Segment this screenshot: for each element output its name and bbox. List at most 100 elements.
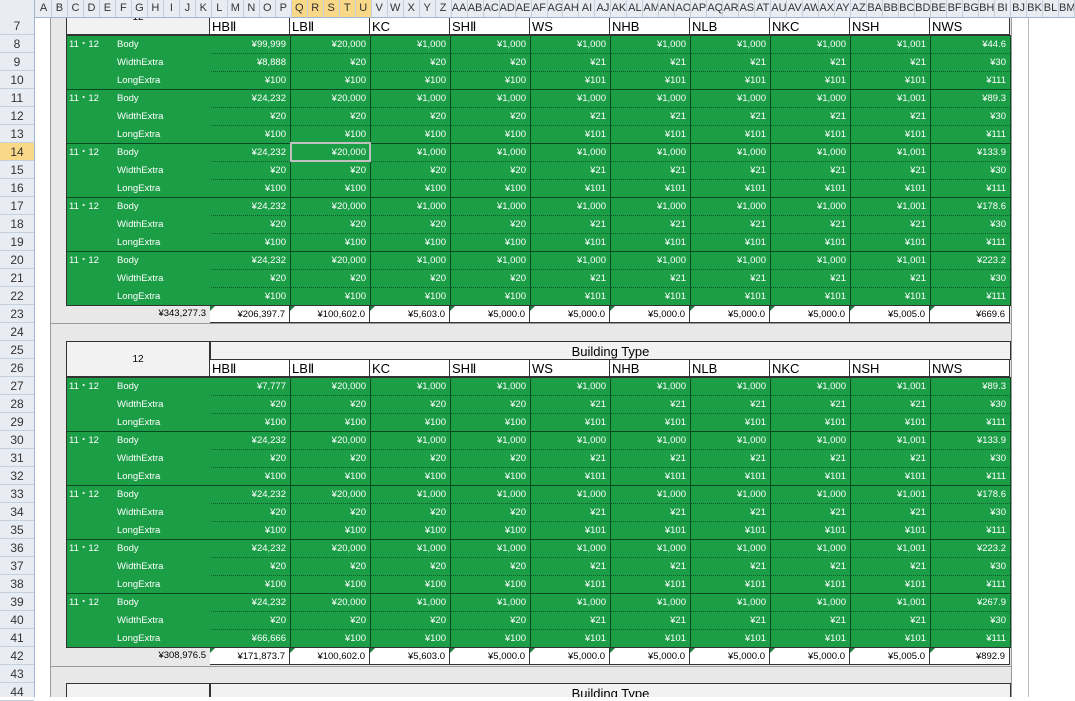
cell-value[interactable]: ¥21 (851, 270, 931, 288)
cell-value[interactable]: ¥21 (771, 270, 851, 288)
cell-value[interactable]: ¥21 (531, 396, 611, 414)
row-header-13[interactable]: 13 (0, 125, 34, 143)
cell-value[interactable]: ¥100 (291, 630, 371, 648)
total-cell[interactable]: ¥5,000.0 (530, 305, 610, 323)
cell-value[interactable]: ¥111 (931, 72, 1011, 90)
cell-value[interactable]: ¥1,001 (851, 486, 931, 504)
cell-value[interactable]: ¥30 (931, 162, 1011, 180)
cell-value[interactable]: ¥21 (691, 108, 771, 126)
cell-value[interactable]: ¥100 (211, 72, 291, 90)
cell-value[interactable]: ¥20 (451, 216, 531, 234)
cell-value[interactable]: ¥101 (691, 468, 771, 486)
row-header-30[interactable]: 30 (0, 431, 34, 449)
cell-value[interactable]: ¥20 (291, 450, 371, 468)
cell-value[interactable]: ¥111 (931, 414, 1011, 432)
cell-value[interactable]: ¥21 (531, 612, 611, 630)
column-header-p[interactable]: P (276, 0, 292, 17)
cell-value[interactable]: ¥100 (371, 180, 451, 198)
cell-value[interactable]: ¥100 (291, 234, 371, 252)
cell-value[interactable]: ¥20 (371, 396, 451, 414)
column-header-bg[interactable]: BG (963, 0, 980, 17)
row-header-21[interactable]: 21 (0, 269, 34, 287)
cell-value[interactable]: ¥101 (531, 522, 611, 540)
cell-value[interactable]: ¥101 (771, 576, 851, 594)
cell-value[interactable]: ¥101 (611, 288, 691, 306)
cell-value[interactable]: ¥101 (531, 180, 611, 198)
cell-value[interactable]: ¥1,000 (531, 540, 611, 558)
total-cell[interactable]: ¥5,005.0 (850, 647, 930, 665)
cell-value[interactable]: ¥20 (291, 162, 371, 180)
cell-value[interactable]: ¥101 (851, 288, 931, 306)
cell-value[interactable]: ¥1,000 (451, 486, 531, 504)
cell-value[interactable]: ¥21 (611, 612, 691, 630)
total-cell[interactable]: ¥5,603.0 (370, 647, 450, 665)
cell-value[interactable]: ¥1,000 (451, 594, 531, 612)
cell-value[interactable]: ¥1,000 (451, 432, 531, 450)
column-header-ab[interactable]: AB (468, 0, 484, 17)
cell-value[interactable]: ¥178.6 (931, 486, 1011, 504)
cell-value[interactable]: ¥20,000 (291, 486, 371, 504)
cell-value[interactable]: ¥111 (931, 522, 1011, 540)
total-cell[interactable]: ¥5,000.0 (610, 305, 690, 323)
column-header-v[interactable]: V (372, 0, 388, 17)
row-header-18[interactable]: 18 (0, 215, 34, 233)
cell-value[interactable]: ¥21 (611, 270, 691, 288)
column-header-j[interactable]: J (180, 0, 196, 17)
row-header-11[interactable]: 11 (0, 89, 34, 107)
cell-value[interactable]: ¥21 (851, 108, 931, 126)
row-header-34[interactable]: 34 (0, 503, 34, 521)
cell-value[interactable]: ¥21 (851, 54, 931, 72)
row-header-28[interactable]: 28 (0, 395, 34, 413)
total-cell[interactable]: ¥5,000.0 (450, 305, 530, 323)
total-cell[interactable]: ¥5,000.0 (530, 647, 610, 665)
cell-value[interactable]: ¥111 (931, 468, 1011, 486)
cell-value[interactable]: ¥44.6 (931, 36, 1011, 54)
cell-value[interactable]: ¥20,000 (291, 198, 371, 216)
cell-value[interactable]: ¥24,232 (211, 432, 291, 450)
cell-value[interactable]: ¥101 (771, 288, 851, 306)
column-header-ar[interactable]: AR (723, 0, 740, 17)
column-header-az[interactable]: AZ (851, 0, 868, 17)
cell-value[interactable]: ¥21 (611, 504, 691, 522)
cell-value[interactable]: ¥21 (851, 504, 931, 522)
cell-value[interactable]: ¥101 (691, 234, 771, 252)
cell-value[interactable]: ¥21 (531, 558, 611, 576)
cell-value[interactable]: ¥20 (451, 54, 531, 72)
cell-value[interactable]: ¥20 (211, 504, 291, 522)
cell-value[interactable]: ¥20 (451, 450, 531, 468)
cell-value[interactable]: ¥20 (371, 450, 451, 468)
cell-value[interactable]: ¥101 (531, 288, 611, 306)
cell-value[interactable]: ¥101 (611, 576, 691, 594)
cell-value[interactable]: ¥267.9 (931, 594, 1011, 612)
cell-value[interactable]: ¥21 (531, 162, 611, 180)
cell-value[interactable]: ¥1,000 (771, 378, 851, 396)
column-header-ap[interactable]: AP (691, 0, 708, 17)
cell-value[interactable]: ¥21 (691, 396, 771, 414)
cell-value[interactable]: ¥1,000 (611, 252, 691, 270)
cell-value[interactable]: ¥20 (211, 108, 291, 126)
cell-value[interactable]: ¥21 (771, 216, 851, 234)
cell-value[interactable]: ¥30 (931, 270, 1011, 288)
cell-value[interactable]: ¥100 (211, 180, 291, 198)
cell-value[interactable]: ¥101 (611, 522, 691, 540)
total-cell[interactable]: ¥343,277.3 (66, 305, 210, 323)
row-header-14[interactable]: 14 (0, 143, 34, 161)
column-header-bi[interactable]: BI (995, 0, 1012, 17)
cell-value[interactable]: ¥101 (611, 180, 691, 198)
cell-value[interactable]: ¥100 (451, 630, 531, 648)
cell-value[interactable]: ¥1,000 (451, 90, 531, 108)
cell-value[interactable]: ¥100 (291, 468, 371, 486)
row-header-42[interactable]: 42 (0, 647, 34, 665)
cell-value[interactable]: ¥24,232 (211, 90, 291, 108)
cell-value[interactable]: ¥21 (691, 558, 771, 576)
cell-value[interactable]: ¥178.6 (931, 198, 1011, 216)
column-header-f[interactable]: F (116, 0, 132, 17)
cell-value[interactable]: ¥1,001 (851, 594, 931, 612)
row-header-39[interactable]: 39 (0, 593, 34, 611)
cell-value[interactable]: ¥101 (851, 522, 931, 540)
cell-value[interactable]: ¥21 (771, 504, 851, 522)
cell-value[interactable]: ¥1,000 (371, 90, 451, 108)
cell-value[interactable]: ¥100 (371, 72, 451, 90)
cell-value[interactable]: ¥1,000 (691, 594, 771, 612)
cell-value[interactable]: ¥100 (291, 576, 371, 594)
